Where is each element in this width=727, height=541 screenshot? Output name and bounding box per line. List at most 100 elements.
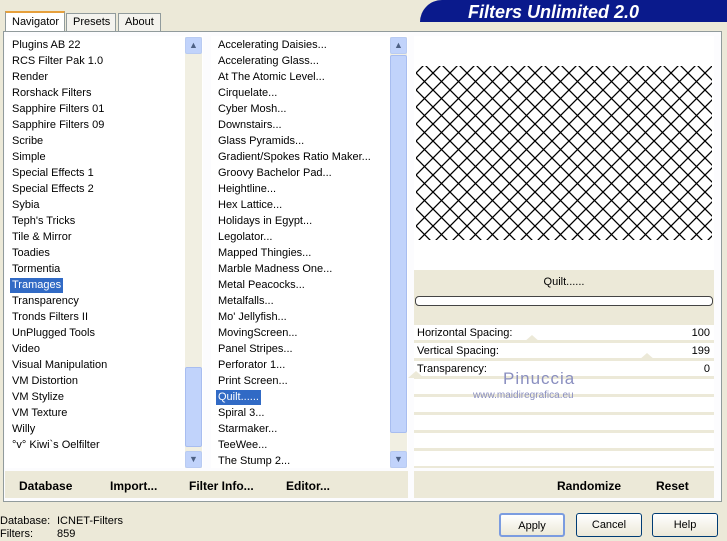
category-item[interactable]: Transparency bbox=[12, 294, 79, 309]
category-item[interactable]: Tronds Filters II bbox=[12, 310, 88, 325]
watermark-name: Pinuccia bbox=[503, 369, 576, 388]
category-item[interactable]: Video bbox=[12, 342, 40, 357]
filter-item[interactable]: Print Screen... bbox=[218, 374, 288, 389]
slider-thumb-icon[interactable] bbox=[638, 353, 655, 360]
parameter-row bbox=[414, 415, 714, 432]
tab-presets[interactable]: Presets bbox=[66, 13, 116, 32]
category-item[interactable]: VM Texture bbox=[12, 406, 67, 421]
category-item[interactable]: Toadies bbox=[12, 246, 50, 261]
slider-thumb-icon[interactable] bbox=[408, 371, 424, 378]
filter-item[interactable]: Heightline... bbox=[218, 182, 276, 197]
tab-about[interactable]: About bbox=[118, 13, 161, 32]
category-item[interactable]: Sybia bbox=[12, 198, 40, 213]
parameter-label: Vertical Spacing: bbox=[417, 345, 499, 357]
scroll-up-icon[interactable]: ▲ bbox=[185, 37, 202, 54]
randomize-button[interactable]: Randomize bbox=[557, 479, 621, 493]
filter-item[interactable]: Metal Peacocks... bbox=[218, 278, 305, 293]
category-item[interactable]: Visual Manipulation bbox=[12, 358, 107, 373]
scroll-down-icon[interactable]: ▼ bbox=[185, 451, 202, 468]
parameter-row bbox=[414, 451, 714, 468]
apply-button[interactable]: Apply bbox=[499, 513, 565, 537]
filter-item[interactable]: TeeWee... bbox=[218, 438, 267, 453]
filter-item[interactable]: Legolator... bbox=[218, 230, 272, 245]
category-item[interactable]: Teph's Tricks bbox=[12, 214, 75, 229]
filter-item[interactable]: Metalfalls... bbox=[218, 294, 274, 309]
category-item[interactable]: Tile & Mirror bbox=[12, 230, 71, 245]
category-item[interactable]: Rorshack Filters bbox=[12, 86, 91, 101]
preview-info: Quilt...... bbox=[414, 270, 714, 325]
category-item[interactable]: Tramages bbox=[10, 278, 64, 293]
help-button[interactable]: Help bbox=[652, 513, 718, 537]
parameter-row bbox=[414, 433, 714, 450]
category-item[interactable]: Willy bbox=[12, 422, 35, 437]
category-item[interactable]: RCS Filter Pak 1.0 bbox=[12, 54, 103, 69]
filter-item[interactable]: Spiral 3... bbox=[218, 406, 264, 421]
category-item[interactable]: Tormentia bbox=[12, 262, 60, 277]
import-button[interactable]: Import... bbox=[110, 479, 157, 493]
parameter-row[interactable]: Horizontal Spacing: 100 bbox=[414, 325, 714, 342]
database-button[interactable]: Database bbox=[19, 479, 72, 493]
filter-item[interactable]: Starmaker... bbox=[218, 422, 277, 437]
status-filters-value: 859 bbox=[57, 528, 76, 540]
filter-item[interactable]: Cirquelate... bbox=[218, 86, 277, 101]
app-banner: Filters Unlimited 2.0 bbox=[420, 0, 727, 22]
list-button-row: Database Import... Filter Info... Editor… bbox=[5, 471, 408, 498]
scroll-thumb[interactable] bbox=[185, 367, 202, 447]
category-list[interactable]: Plugins AB 22 RCS Filter Pak 1.0 Render Ror… bbox=[5, 36, 203, 468]
status-filters-label: Filters: bbox=[0, 528, 33, 540]
filter-item[interactable]: Holidays in Egypt... bbox=[218, 214, 312, 229]
category-item[interactable]: Special Effects 1 bbox=[12, 166, 94, 181]
filter-item[interactable]: Glass Pyramids... bbox=[218, 134, 304, 149]
filter-item[interactable]: Mapped Thingies... bbox=[218, 246, 311, 261]
category-item[interactable]: UnPlugged Tools bbox=[12, 326, 95, 341]
filter-item[interactable]: Hex Lattice... bbox=[218, 198, 282, 213]
filter-scrollbar[interactable]: ▲ ▼ bbox=[390, 37, 407, 468]
filter-item[interactable]: Accelerating Daisies... bbox=[218, 38, 327, 53]
category-item[interactable]: °v° Kiwi`s Oelfilter bbox=[12, 438, 100, 453]
filter-item[interactable]: Marble Madness One... bbox=[218, 262, 332, 277]
category-item[interactable]: Special Effects 2 bbox=[12, 182, 94, 197]
category-item[interactable]: Sapphire Filters 01 bbox=[12, 102, 104, 117]
filter-item[interactable]: MovingScreen... bbox=[218, 326, 297, 341]
quilt-pattern bbox=[416, 66, 712, 240]
parameter-value: 0 bbox=[703, 363, 710, 375]
parameter-row[interactable]: Vertical Spacing: 199 bbox=[414, 343, 714, 360]
parameter-value: 199 bbox=[691, 345, 710, 357]
filter-list[interactable]: Accelerating Daisies... Accelerating Glas… bbox=[211, 36, 408, 468]
filter-item[interactable]: Mo' Jellyfish... bbox=[218, 310, 287, 325]
parameter-label: Horizontal Spacing: bbox=[417, 327, 513, 339]
preview-image bbox=[414, 36, 714, 270]
filter-item[interactable]: Perforator 1... bbox=[218, 358, 285, 373]
status-database-value: ICNET-Filters bbox=[57, 515, 123, 527]
filter-item[interactable]: At The Atomic Level... bbox=[218, 70, 325, 85]
filter-item[interactable]: Downstairs... bbox=[218, 118, 282, 133]
filter-item[interactable]: Accelerating Glass... bbox=[218, 54, 319, 69]
watermark-url: www.maidiregrafica.eu bbox=[473, 390, 574, 401]
database-label: Database bbox=[19, 479, 73, 493]
category-item[interactable]: VM Distortion bbox=[12, 374, 78, 389]
filter-item[interactable]: Quilt...... bbox=[216, 390, 261, 405]
filter-name: Quilt...... bbox=[543, 276, 585, 288]
scroll-up-icon[interactable]: ▲ bbox=[390, 37, 407, 54]
filter-item[interactable]: Gradient/Spokes Ratio Maker... bbox=[218, 150, 371, 165]
category-scrollbar[interactable]: ▲ ▼ bbox=[185, 37, 202, 468]
category-item[interactable]: Scribe bbox=[12, 134, 43, 149]
filter-info-button[interactable]: Filter Info... bbox=[189, 479, 254, 493]
scroll-down-icon[interactable]: ▼ bbox=[390, 451, 407, 468]
cancel-button[interactable]: Cancel bbox=[576, 513, 642, 537]
parameter-value: 100 bbox=[691, 327, 710, 339]
filter-item[interactable]: Panel Stripes... bbox=[218, 342, 293, 357]
slider-thumb-icon[interactable] bbox=[524, 335, 541, 342]
category-item[interactable]: VM Stylize bbox=[12, 390, 64, 405]
scroll-thumb[interactable] bbox=[390, 55, 407, 433]
reset-button[interactable]: Reset bbox=[656, 479, 689, 493]
category-item[interactable]: Plugins AB 22 bbox=[12, 38, 81, 53]
editor-button[interactable]: Editor... bbox=[286, 479, 330, 493]
category-item[interactable]: Simple bbox=[12, 150, 46, 165]
filter-item[interactable]: Cyber Mosh... bbox=[218, 102, 286, 117]
filter-item[interactable]: Groovy Bachelor Pad... bbox=[218, 166, 332, 181]
category-item[interactable]: Sapphire Filters 09 bbox=[12, 118, 104, 133]
filter-item[interactable]: The Stump 2... bbox=[218, 454, 290, 468]
tab-navigator[interactable]: Navigator bbox=[5, 11, 65, 32]
category-item[interactable]: Render bbox=[12, 70, 48, 85]
